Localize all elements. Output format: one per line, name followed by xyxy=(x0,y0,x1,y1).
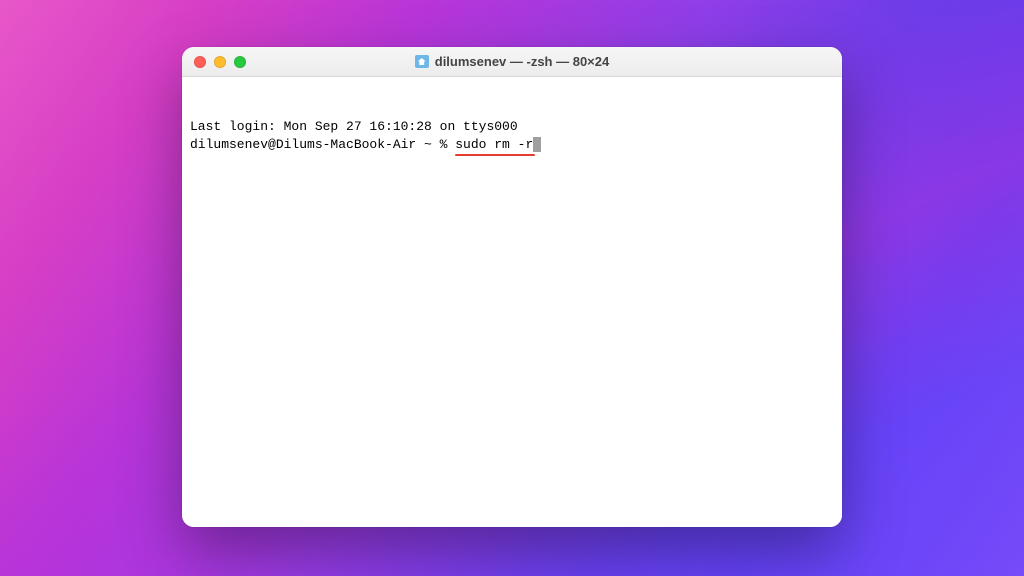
maximize-button[interactable] xyxy=(234,56,246,68)
shell-prompt: dilumsenev@Dilums-MacBook-Air ~ % xyxy=(190,137,455,152)
terminal-window[interactable]: dilumsenev — -zsh — 80×24 Last login: Mo… xyxy=(182,47,842,527)
command-text-wrap: sudo rm -r xyxy=(455,136,533,154)
annotation-underline xyxy=(455,154,535,157)
minimize-button[interactable] xyxy=(214,56,226,68)
window-title: dilumsenev — -zsh — 80×24 xyxy=(435,54,609,69)
close-button[interactable] xyxy=(194,56,206,68)
prompt-line: dilumsenev@Dilums-MacBook-Air ~ % sudo r… xyxy=(190,136,834,154)
window-title-area: dilumsenev — -zsh — 80×24 xyxy=(182,54,842,69)
window-titlebar[interactable]: dilumsenev — -zsh — 80×24 xyxy=(182,47,842,77)
cursor xyxy=(533,137,541,152)
last-login-line: Last login: Mon Sep 27 16:10:28 on ttys0… xyxy=(190,118,834,136)
window-controls xyxy=(182,56,246,68)
home-folder-icon xyxy=(415,55,429,68)
terminal-content[interactable]: Last login: Mon Sep 27 16:10:28 on ttys0… xyxy=(182,77,842,527)
typed-command: sudo rm -r xyxy=(455,137,533,152)
